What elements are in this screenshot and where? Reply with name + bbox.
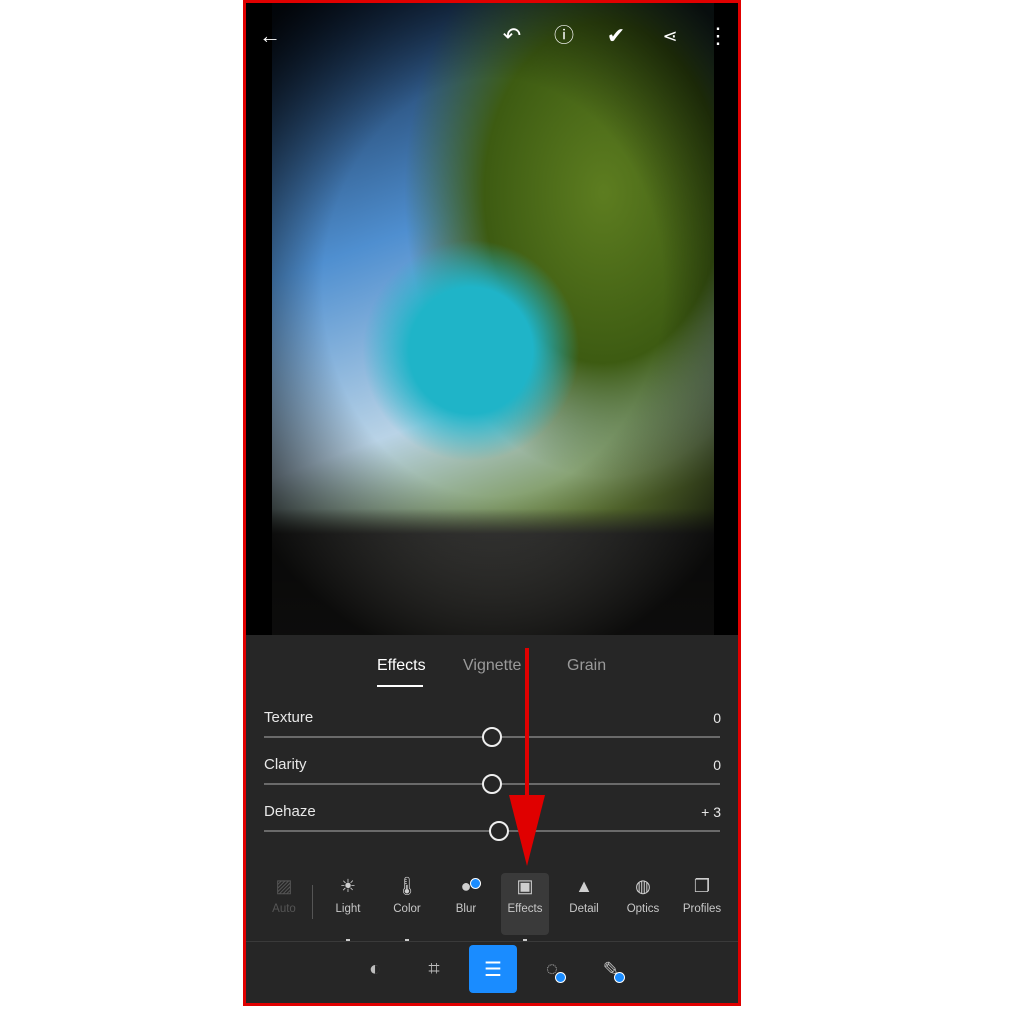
dehaze-value: + 3 (701, 804, 721, 820)
tab-grain[interactable]: Grain (567, 657, 606, 675)
auto-icon: ▨ (275, 876, 293, 896)
effects-icon: ▣ (516, 876, 534, 896)
premium-badge-icon (470, 878, 481, 889)
tool-detail[interactable]: ▲ Detail (560, 873, 608, 935)
undo-icon[interactable]: ↶ (500, 25, 524, 47)
edit-panel: Effects Vignette Grain Texture 0 Clarity… (246, 635, 738, 1003)
detail-triangle-icon: ▲ (575, 876, 593, 896)
blur-drop-icon: ● (460, 876, 472, 896)
clarity-label: Clarity (264, 756, 307, 773)
clarity-slider-thumb[interactable] (482, 774, 502, 794)
tool-auto[interactable]: ▨ Auto (260, 873, 308, 935)
sun-icon: ☀ (339, 876, 357, 896)
tool-profiles[interactable]: ❐ Profiles (678, 873, 726, 935)
tab-vignette[interactable]: Vignette (463, 657, 521, 675)
crop-icon: ⌗ (428, 957, 440, 980)
edit-sliders-icon: ☰ (484, 958, 502, 981)
tool-effects[interactable]: ▣ Effects (501, 873, 549, 941)
clarity-value: 0 (713, 757, 721, 773)
app-frame: ← ↶ ⓘ ✔ ⋖ ⋮ Effects Vignette Grain Textu… (243, 0, 741, 1006)
presets-button[interactable]: ◐ (351, 945, 399, 993)
divider (246, 941, 738, 942)
crop-button[interactable]: ⌗ (410, 945, 458, 993)
thermometer-icon: 🌡︎ (395, 876, 419, 896)
texture-label: Texture (264, 709, 314, 726)
masking-button[interactable]: ◌ (528, 945, 576, 993)
tool-optics[interactable]: ◍ Optics (619, 873, 667, 935)
active-tab-indicator (377, 685, 423, 687)
profiles-icon: ❐ (693, 876, 711, 896)
tab-effects[interactable]: Effects (377, 657, 426, 675)
lens-icon: ◍ (635, 876, 651, 896)
healing-button[interactable]: ✎ (587, 945, 635, 993)
premium-badge-icon (614, 972, 625, 983)
tool-blur[interactable]: ● Blur (442, 873, 490, 935)
more-icon[interactable]: ⋮ (706, 25, 730, 47)
texture-value: 0 (713, 710, 721, 726)
tool-color[interactable]: 🌡︎ Color (383, 873, 431, 941)
divider (312, 885, 313, 919)
premium-badge-icon (555, 972, 566, 983)
presets-icon: ◐ (368, 957, 382, 980)
photo-canvas[interactable]: ← ↶ ⓘ ✔ ⋖ ⋮ (246, 3, 738, 635)
edit-button[interactable]: ☰ (469, 945, 517, 993)
back-arrow-icon[interactable]: ← (258, 25, 282, 47)
texture-slider-thumb[interactable] (482, 727, 502, 747)
dehaze-label: Dehaze (264, 803, 316, 820)
photo-image (272, 3, 714, 635)
share-icon[interactable]: ⋖ (658, 25, 682, 47)
help-icon[interactable]: ⓘ (552, 25, 576, 47)
dehaze-slider-thumb[interactable] (489, 821, 509, 841)
tool-light[interactable]: ☀ Light (324, 873, 372, 941)
check-icon[interactable]: ✔ (604, 25, 628, 47)
